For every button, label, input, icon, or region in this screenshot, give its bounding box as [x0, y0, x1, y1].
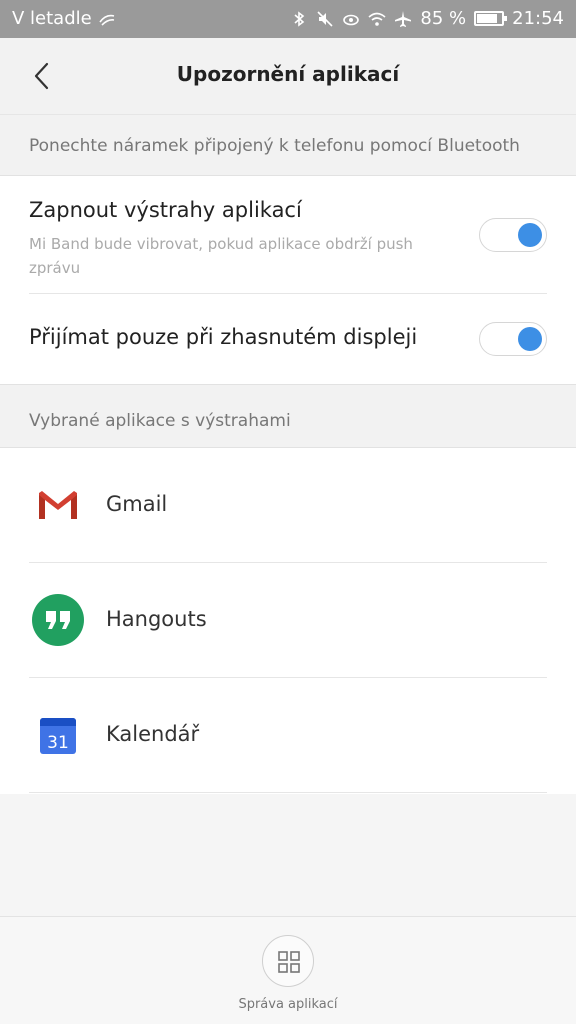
toggle-knob [518, 223, 542, 247]
screen-off-title: Přijímat pouze při zhasnutém displeji [29, 325, 418, 349]
app-alerts-description: Mi Band bude vibrovat, pokud aplikace ob… [29, 235, 413, 277]
row-divider [29, 792, 547, 793]
apps-list: Gmail Hangouts 31 Kalendář [0, 448, 576, 794]
app-label: Kalendář [106, 722, 200, 746]
wifi-icon [368, 12, 386, 26]
status-bar: V letadle 85 % 21:54 [0, 0, 576, 38]
app-label: Hangouts [106, 607, 207, 631]
app-header: Upozornění aplikací [0, 38, 576, 114]
airplane-icon [395, 10, 412, 27]
mute-icon [317, 10, 333, 27]
signal-swirl-icon [99, 14, 114, 26]
gmail-icon [39, 491, 77, 519]
status-right: 85 % 21:54 [290, 8, 564, 29]
bluetooth-note: Ponechte náramek připojený k telefonu po… [0, 114, 576, 176]
app-label: Gmail [106, 492, 168, 516]
bluetooth-icon [294, 10, 305, 27]
manage-apps-label[interactable]: Správa aplikací [0, 997, 576, 1012]
battery-fill [477, 14, 498, 23]
setting-row-app-alerts[interactable]: Zapnout výstrahy aplikací Mi Band bude v… [29, 176, 547, 294]
battery-percent: 85 % [420, 8, 467, 29]
grid-icon [278, 951, 300, 973]
toggle-knob [518, 327, 542, 351]
app-item-calendar[interactable]: 31 Kalendář [0, 678, 576, 793]
apps-section-note: Vybrané aplikace s výstrahami [0, 384, 576, 448]
manage-apps-button[interactable] [262, 935, 314, 987]
app-alerts-toggle[interactable] [479, 218, 547, 252]
status-left: V letadle [12, 8, 116, 29]
page-title: Upozornění aplikací [176, 62, 400, 86]
calendar-day: 31 [47, 733, 69, 753]
battery-icon [474, 11, 508, 26]
screen-off-toggle[interactable] [479, 322, 547, 356]
clock: 21:54 [512, 8, 564, 29]
setting-row-screen-off[interactable]: Přijímat pouze při zhasnutém displeji [29, 294, 547, 384]
eye-icon [343, 14, 360, 25]
app-item-gmail[interactable]: Gmail [0, 448, 576, 563]
app-alerts-title: Zapnout výstrahy aplikací [29, 198, 302, 222]
carrier-label: V letadle [12, 8, 92, 29]
hangouts-icon [32, 594, 84, 646]
app-item-hangouts[interactable]: Hangouts [0, 563, 576, 678]
calendar-icon: 31 [40, 718, 76, 754]
settings-card: Zapnout výstrahy aplikací Mi Band bude v… [0, 176, 576, 384]
bottom-bar: Správa aplikací [0, 916, 576, 1024]
